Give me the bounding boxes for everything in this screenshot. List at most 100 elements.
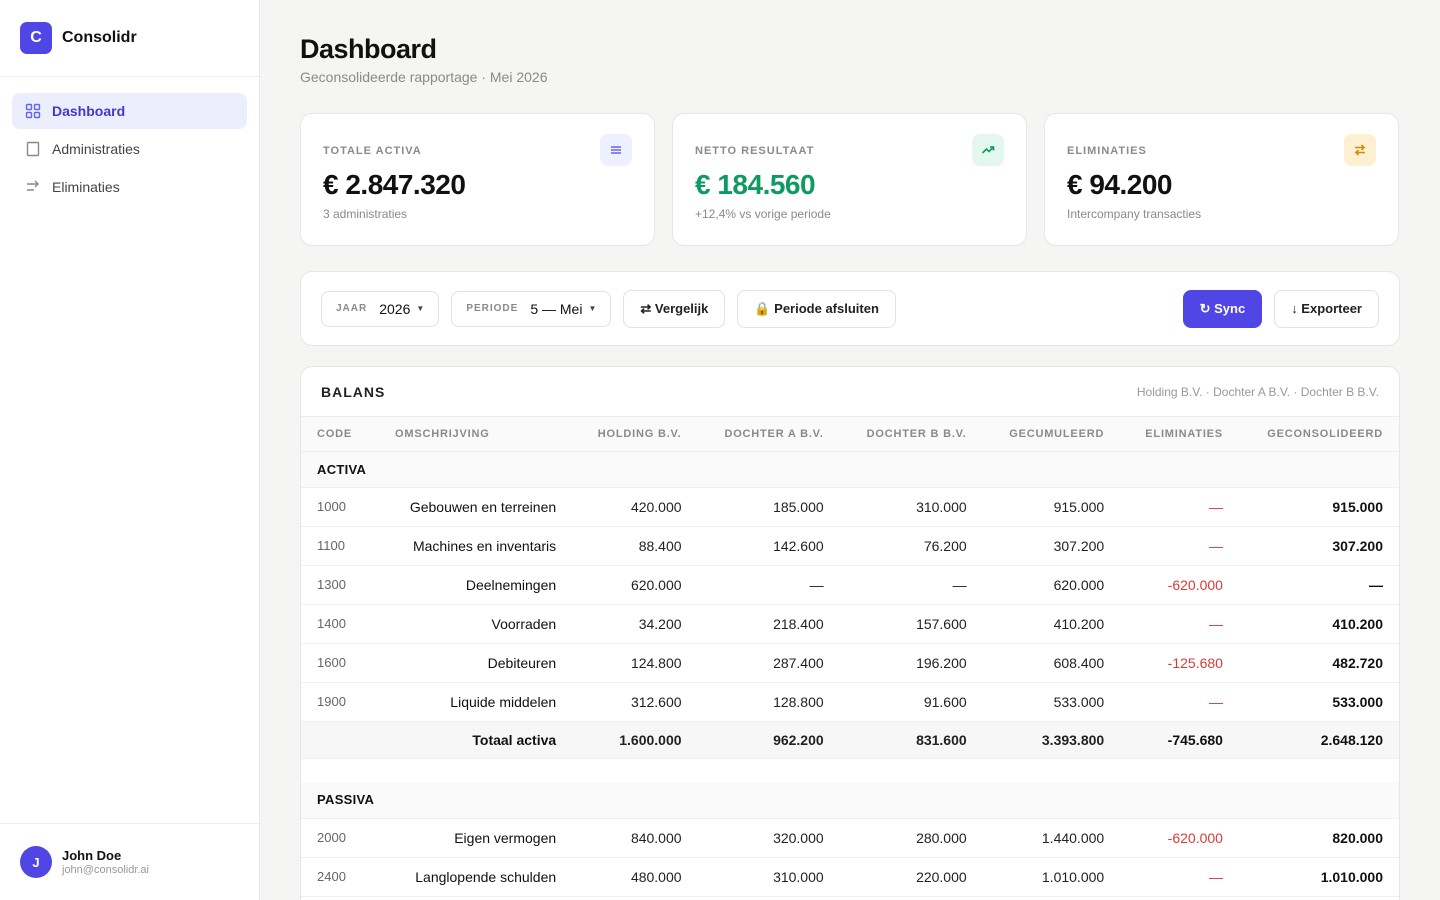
table-row[interactable]: 1000 Gebouwen en terreinen 420.000 185.000 3… (301, 487, 1399, 527)
table-cell: Eigen vermogen (379, 818, 573, 858)
column-header[interactable]: ELIMINATIES (1120, 417, 1239, 452)
kpi-card-totale-activa: TOTALE ACTIVA € 2.847.320 3 administrati… (300, 113, 655, 246)
table-cell: 218.400 (697, 604, 840, 644)
table-cell: 840.000 (572, 818, 698, 858)
brand-name: Consolidr (62, 29, 137, 46)
export-button[interactable]: ↓ Exporteer (1274, 289, 1379, 328)
table-cell: 482.720 (1238, 643, 1399, 683)
table-cell: — (1120, 857, 1239, 897)
table-row[interactable]: 1100 Machines en inventaris 88.400 142.600 7… (301, 526, 1399, 566)
table-row[interactable]: 1900 Liquide middelen 312.600 128.800 91.600… (301, 682, 1399, 722)
table-row[interactable]: 2000 Eigen vermogen 840.000 320.000 280.000 1… (301, 818, 1399, 858)
table-cell: -620.000 (1120, 818, 1239, 858)
user-name: John Doe (62, 848, 122, 863)
avatar[interactable]: J (20, 846, 52, 878)
brand: C Consolidr (0, 0, 259, 77)
sidebar: C Consolidr Dashboard Administraties Eli… (0, 0, 260, 900)
column-header[interactable]: DOCHTER B B.V. (839, 417, 983, 452)
brand-logo[interactable]: C (20, 22, 52, 54)
table-cell: 1300 (301, 565, 379, 605)
period-value: 5 — Mei (530, 300, 583, 317)
period-select[interactable]: PERIODE 5 — Mei ▼ (451, 290, 612, 327)
table-cell: 287.400 (697, 643, 840, 683)
table-cell: 1900 (301, 682, 379, 722)
table-cell: -125.680 (1120, 643, 1239, 683)
table-row[interactable]: 1600 Debiteuren 124.800 287.400 196.200 608.4… (301, 643, 1399, 683)
list-icon (600, 134, 632, 166)
table-cell: 620.000 (982, 565, 1121, 605)
table-cell: 623.800 (982, 896, 1121, 900)
section-title: ACTIVA (301, 451, 1399, 488)
table-cell: -125.680 (1120, 896, 1239, 900)
table-cell: Crediteuren (379, 896, 573, 900)
sidebar-item-eliminaties[interactable]: Eliminaties (12, 169, 247, 205)
table-cell: 1.010.000 (1238, 857, 1399, 897)
column-header[interactable]: GECONSOLIDEERD (1238, 417, 1399, 452)
sidebar-item-label: Dashboard (52, 103, 126, 119)
table-cell: 831.600 (839, 721, 983, 759)
year-select[interactable]: JAAR 2026 ▼ (321, 290, 440, 327)
table-row[interactable]: 1300 Deelnemingen 620.000— —620.000 -620.000… (301, 565, 1399, 605)
table-cell: Langlopende schulden (379, 857, 573, 897)
kpi-value: € 2.847.320 (323, 169, 466, 200)
filter-toolbar: JAAR 2026 ▼ PERIODE 5 — Mei ▼ ⇄ Vergelij… (300, 271, 1400, 346)
table-cell: Liquide middelen (379, 682, 573, 722)
balance-header: BALANS Holding B.V. · Dochter A B.V. · D… (301, 367, 1399, 417)
sidebar-item-dashboard[interactable]: Dashboard (12, 93, 247, 129)
table-cell: Machines en inventaris (379, 526, 573, 566)
table-row[interactable]: 1400 Voorraden 34.200 218.400 157.600 410.200… (301, 604, 1399, 644)
trend-up-icon (972, 134, 1004, 166)
table-cell: 212.200 (697, 896, 840, 900)
table-cell: 124.800 (572, 643, 698, 683)
column-header[interactable]: DOCHTER A B.V. (697, 417, 840, 452)
total-row[interactable]: Totaal activa 1.600.000 962.200 831.600 3.39… (301, 721, 1399, 759)
table-cell: 1.010.000 (982, 857, 1121, 897)
column-header[interactable]: GECUMULEERD (982, 417, 1121, 452)
section-title: PASSIVA (301, 782, 1399, 819)
table-cell: 1.440.000 (982, 818, 1121, 858)
table-row[interactable]: 2600Crediteuren180.000212.200231.600623.… (301, 896, 1399, 900)
table-cell: 280.000 (839, 818, 983, 858)
table-cell: 185.000 (697, 487, 840, 527)
table-cell: 533.000 (1238, 682, 1399, 722)
user-profile[interactable]: J John Doe john@consolidr.ai (0, 823, 259, 900)
table-cell: 410.200 (982, 604, 1121, 644)
kpi-card-eliminaties: ELIMINATIES € 94.200 Intercompany transa… (1044, 113, 1399, 246)
sidebar-item-label: Eliminaties (52, 179, 120, 195)
column-header[interactable]: OMSCHRIJVING (379, 417, 573, 452)
sidebar-item-administraties[interactable]: Administraties (12, 131, 247, 167)
table-cell: 320.000 (697, 818, 840, 858)
column-header[interactable]: HOLDING B.V. (572, 417, 698, 452)
user-email: john@consolidr.ai (62, 864, 149, 876)
section-row: PASSIVA (301, 782, 1399, 819)
table-row[interactable]: 2400 Langlopende schulden 480.000 310.000 22… (301, 857, 1399, 897)
period-label: PERIODE (466, 303, 519, 314)
table-cell: 1600 (301, 643, 379, 683)
close-period-button[interactable]: 🔒 Periode afsluiten (737, 289, 896, 328)
table-cell: Debiteuren (379, 643, 573, 683)
book-icon (24, 140, 42, 158)
column-header[interactable]: CODE (301, 417, 379, 452)
caret-down-icon: ▼ (416, 304, 425, 313)
swap-arrows-icon (24, 178, 42, 196)
table-cell: Deelnemingen (379, 565, 573, 605)
balance-title: BALANS (321, 383, 386, 400)
section-spacer (301, 758, 1399, 782)
table-cell: Voorraden (379, 604, 573, 644)
year-value: 2026 (379, 300, 411, 317)
grid-icon (24, 102, 42, 120)
page-subtitle: Geconsolideerde rapportage · Mei 2026 (300, 69, 548, 85)
table-cell: 915.000 (982, 487, 1121, 527)
table-cell: -620.000 (1120, 565, 1239, 605)
table-cell: Gebouwen en terreinen (379, 487, 573, 527)
table-cell: — (1120, 604, 1239, 644)
compare-button[interactable]: ⇄ Vergelijk (623, 289, 726, 328)
table-cell: 533.000 (982, 682, 1121, 722)
table-cell: 1000 (301, 487, 379, 527)
table-cell (301, 721, 379, 759)
table-cell: 962.200 (697, 721, 840, 759)
sync-button[interactable]: ↻ Sync (1182, 289, 1263, 328)
user-info: John Doe john@consolidr.ai (62, 848, 149, 876)
kpi-label: TOTALE ACTIVA (323, 145, 422, 157)
table-cell: — (1238, 565, 1399, 605)
